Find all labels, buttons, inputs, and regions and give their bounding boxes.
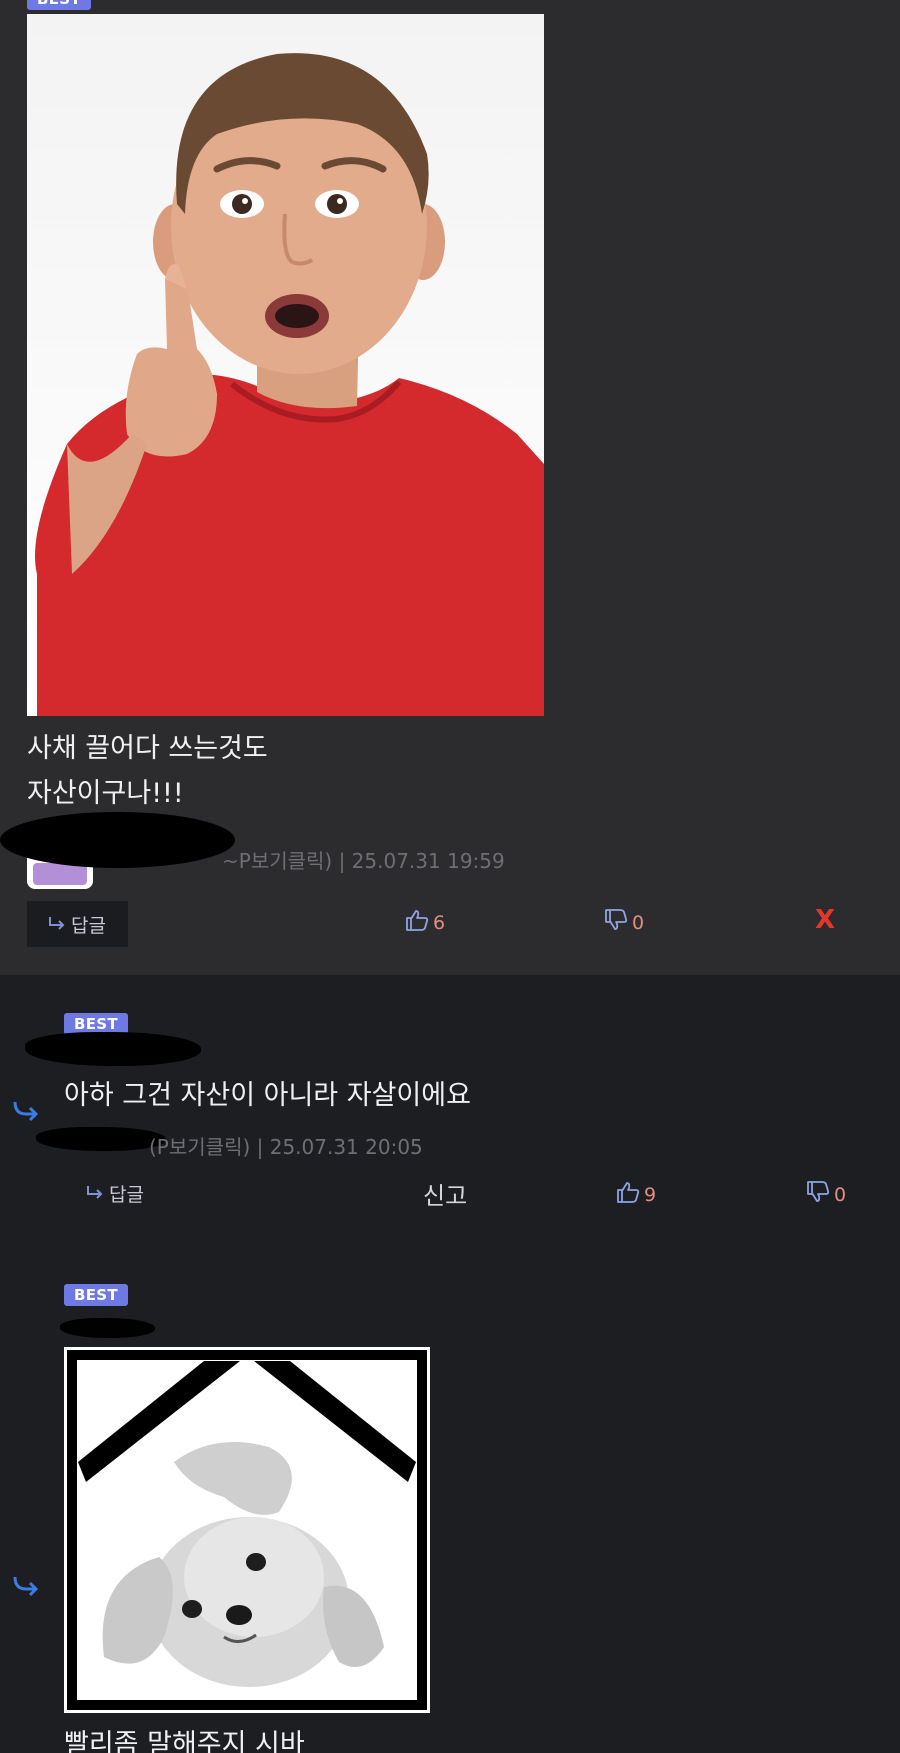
redacted-username bbox=[25, 1032, 201, 1066]
like-button[interactable]: 6 bbox=[405, 908, 445, 937]
redacted-username bbox=[36, 1127, 166, 1151]
reply-button[interactable]: 답글 bbox=[27, 901, 128, 947]
boy-illustration bbox=[27, 14, 544, 716]
comment-image-boy[interactable] bbox=[27, 14, 544, 716]
comment-text-line-2: 자산이구나!!! bbox=[27, 778, 184, 809]
reply-arrow-icon bbox=[85, 1183, 105, 1205]
reply-button[interactable]: 답글 bbox=[85, 1180, 144, 1207]
best-badge: BEST bbox=[64, 1284, 128, 1306]
redacted-username bbox=[0, 812, 235, 868]
comment-image-mourning-dog[interactable] bbox=[64, 1347, 430, 1713]
thumbs-down-icon bbox=[604, 908, 628, 937]
mourning-frame-illustration bbox=[67, 1350, 427, 1710]
delete-button[interactable]: X bbox=[815, 905, 835, 935]
like-count: 6 bbox=[433, 911, 446, 934]
comment-meta: (P보기클릭) | 25.07.31 20:05 bbox=[149, 1135, 423, 1159]
dislike-button[interactable]: 0 bbox=[806, 1180, 846, 1209]
thumbs-up-icon bbox=[405, 908, 429, 937]
reply-label: 답글 bbox=[109, 1184, 144, 1206]
best-badge: BEST bbox=[27, 0, 91, 10]
comment-text: 아하 그건 자산이 아니라 자살이에요 bbox=[64, 1080, 471, 1111]
comment-meta: ~P보기클릭) | 25.07.31 19:59 bbox=[222, 849, 505, 873]
thumbs-down-icon bbox=[806, 1180, 830, 1209]
report-button[interactable]: 신고 bbox=[423, 1176, 467, 1211]
dislike-count: 0 bbox=[834, 1183, 847, 1206]
comment-text-line-1: 사채 끌어다 쓰는것도 bbox=[27, 733, 268, 764]
reply-arrow-icon bbox=[47, 914, 67, 936]
thumbs-up-icon bbox=[616, 1180, 640, 1209]
dislike-count: 0 bbox=[632, 911, 645, 934]
reply-label: 답글 bbox=[71, 915, 106, 937]
comment-text: 사채 끌어다 쓰는것도 자산이구나!!! bbox=[27, 726, 268, 816]
dislike-button[interactable]: 0 bbox=[604, 908, 644, 937]
reply-arrow-icon bbox=[12, 1098, 40, 1126]
like-count: 9 bbox=[644, 1183, 657, 1206]
reply-arrow-icon bbox=[12, 1573, 40, 1601]
comment-main: BEST bbox=[0, 0, 900, 975]
redacted-username bbox=[60, 1318, 155, 1338]
comment-text: 빨리좀 말해주지 시바 bbox=[64, 1729, 305, 1753]
like-button[interactable]: 9 bbox=[616, 1180, 656, 1209]
